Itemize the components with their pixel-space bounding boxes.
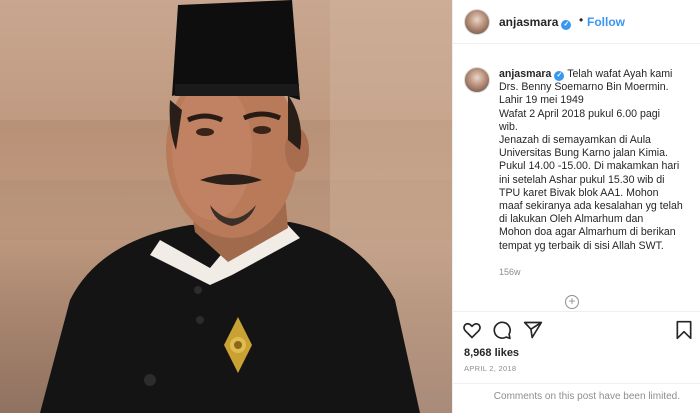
caption-line-8: ini setelah Ashar pukul 15.30 wib di	[499, 173, 665, 186]
caption-line-6: Universitas Bung Karno jalan Kimia.	[499, 147, 668, 160]
author-username[interactable]: anjasmara ✓	[499, 15, 572, 30]
like-count[interactable]: 8,968 likes	[464, 347, 519, 359]
verified-badge-icon: ✓	[554, 71, 565, 81]
post-caption: anjasmara ✓ Telah wafat Ayah kami Drs. Be…	[499, 68, 695, 253]
caption-username[interactable]: anjasmara	[499, 68, 551, 80]
caption-line-12: Mohon doa agar Almarhum di berikan	[499, 226, 676, 239]
caption-line-7: Pukul 14.00 -15.00. Di makamkan hari	[499, 160, 680, 173]
caption-line-10: maaf sekiranya ada kesalahan yg telah	[499, 200, 683, 213]
caption-line-2: Lahir 19 mei 1949	[499, 94, 584, 107]
comments-limited-notice: Comments on this post have been limited.	[453, 383, 700, 414]
caption-line-13: tempat yg terbaik di sisi Allah SWT.	[499, 239, 664, 252]
header-separator: •	[579, 13, 584, 27]
caption-line-3: Wafat 2 April 2018 pukul 6.00 pagi	[499, 107, 660, 120]
post-header: anjasmara ✓ • Follow	[453, 0, 700, 44]
caption-avatar[interactable]	[464, 67, 490, 93]
comment-icon[interactable]	[492, 320, 512, 340]
heart-icon[interactable]	[462, 320, 482, 340]
caption-line-9: TPU karet Bivak blok AA1. Mohon	[499, 186, 659, 199]
verified-badge-icon: ✓	[561, 20, 572, 30]
share-icon[interactable]	[523, 320, 543, 340]
author-username-text[interactable]: anjasmara	[499, 15, 558, 29]
caption-line-1: Drs. Benny Soemarno Bin Moermin.	[499, 81, 669, 94]
load-more-icon[interactable]: +	[565, 295, 579, 309]
caption-line-4: wib.	[499, 120, 518, 133]
caption-line-5: Jenazah di semayamkan di Aula	[499, 134, 651, 147]
caption-time-ago[interactable]: 156w	[499, 267, 521, 277]
caption-line-0: anjasmara ✓ Telah wafat Ayah kami	[499, 68, 673, 81]
bookmark-icon[interactable]	[674, 320, 694, 340]
portrait-illustration	[0, 0, 452, 413]
post-actions: 8,968 likes APRIL 2, 2018 Comments on th…	[453, 311, 700, 413]
post-photo[interactable]	[0, 0, 452, 413]
follow-button[interactable]: Follow	[587, 15, 625, 29]
post-side-panel: anjasmara ✓ • Follow anjasmara ✓ Telah waf…	[453, 0, 700, 413]
caption-line-11: di lakukan Oleh Almarhum dan	[499, 213, 644, 226]
author-avatar[interactable]	[464, 9, 490, 35]
post-date[interactable]: APRIL 2, 2018	[464, 364, 516, 373]
